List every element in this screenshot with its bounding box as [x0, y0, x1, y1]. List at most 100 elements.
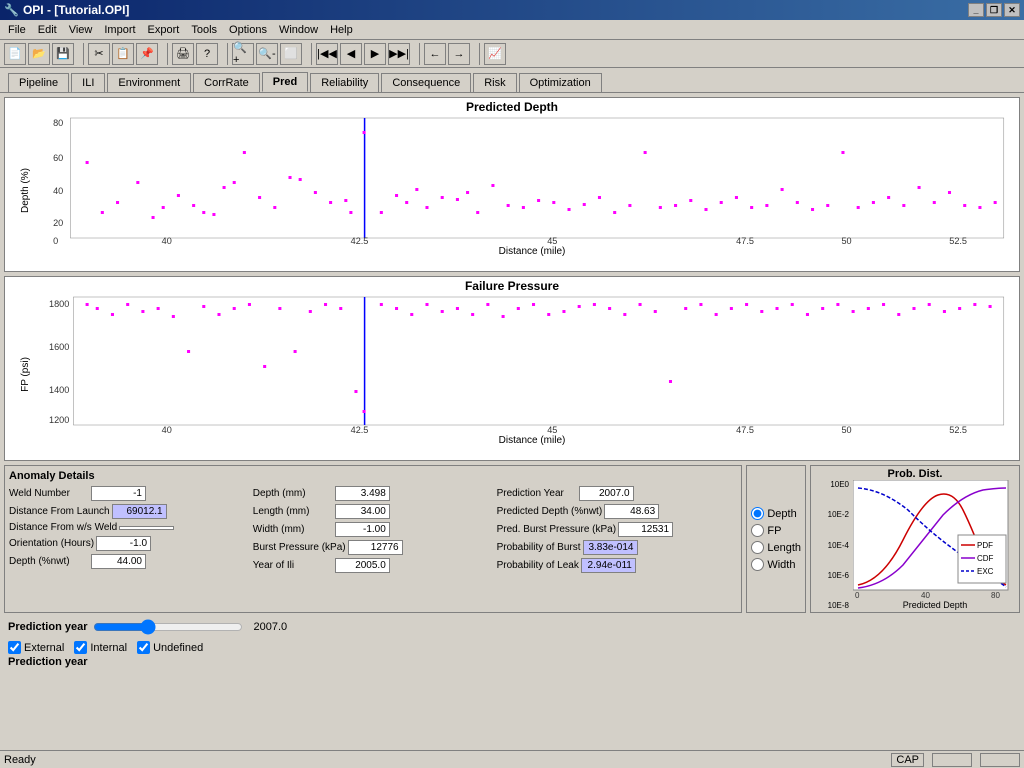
- cb-undefined-label: Undefined: [153, 642, 203, 654]
- forward-button[interactable]: →: [448, 43, 470, 65]
- window-title: OPI - [Tutorial.OPI]: [23, 3, 968, 17]
- prob-dist-panel: Prob. Dist. 10E0 10E-2 10E-4 10E-6 10E-8: [810, 465, 1020, 613]
- cb-internal-label: Internal: [90, 642, 127, 654]
- failure-pressure-chart: Failure Pressure FP (psi) 1800 1600 1400…: [4, 276, 1020, 461]
- svg-text:47.5: 47.5: [736, 236, 754, 246]
- ytick-1: 10E0: [813, 480, 849, 489]
- status-box2: [980, 753, 1020, 767]
- tab-environment[interactable]: Environment: [107, 73, 191, 92]
- radio-depth[interactable]: Depth: [751, 507, 801, 520]
- menu-window[interactable]: Window: [273, 22, 324, 38]
- svg-text:PDF: PDF: [977, 541, 993, 550]
- tab-optimization[interactable]: Optimization: [519, 73, 602, 92]
- tab-ili[interactable]: ILI: [71, 73, 105, 92]
- ytick-2: 10E-2: [813, 510, 849, 519]
- window-controls: _ ❐ ✕: [968, 3, 1020, 17]
- main-content: Predicted Depth Depth (%) 80 60 40 20 0: [0, 93, 1024, 674]
- radio-fp[interactable]: FP: [751, 524, 801, 537]
- menu-export[interactable]: Export: [142, 22, 186, 38]
- value-weld: -1: [91, 486, 146, 501]
- prev-button[interactable]: ◀: [340, 43, 362, 65]
- help-button[interactable]: ?: [196, 43, 218, 65]
- label-pred-year: Prediction Year: [497, 488, 577, 499]
- svg-text:EXC: EXC: [977, 567, 994, 576]
- tab-consequence[interactable]: Consequence: [381, 73, 471, 92]
- svg-text:1200: 1200: [49, 415, 69, 425]
- cb-external[interactable]: External: [8, 641, 64, 654]
- paste-button[interactable]: 📌: [136, 43, 158, 65]
- prob-dist-title: Prob. Dist.: [813, 468, 1017, 480]
- last-button[interactable]: ▶▶|: [388, 43, 410, 65]
- anomaly-col1: Weld Number -1 Distance From Launch 6901…: [9, 486, 250, 573]
- label-prob-burst: Probability of Burst: [497, 542, 581, 553]
- chart1-xlabel: Distance (mile): [45, 246, 1019, 257]
- radio-fp-label: FP: [767, 525, 781, 537]
- predicted-depth-chart: Predicted Depth Depth (%) 80 60 40 20 0: [4, 97, 1020, 272]
- app-icon: 🔧: [4, 3, 19, 17]
- minimize-button[interactable]: _: [968, 3, 984, 17]
- svg-text:CDF: CDF: [977, 554, 994, 563]
- first-button[interactable]: |◀◀: [316, 43, 338, 65]
- tabstrip: Pipeline ILI Environment CorrRate Pred R…: [0, 68, 1024, 93]
- menu-file[interactable]: File: [2, 22, 32, 38]
- menu-edit[interactable]: Edit: [32, 22, 63, 38]
- radio-depth-label: Depth: [767, 508, 796, 520]
- svg-text:1400: 1400: [49, 385, 69, 395]
- zoom-in-button[interactable]: 🔍+: [232, 43, 254, 65]
- copy-button[interactable]: 📋: [112, 43, 134, 65]
- svg-text:50: 50: [841, 425, 851, 435]
- svg-text:60: 60: [53, 153, 63, 163]
- tab-corrrate[interactable]: CorrRate: [193, 73, 260, 92]
- zoom-out-button[interactable]: 🔍-: [256, 43, 278, 65]
- tab-pipeline[interactable]: Pipeline: [8, 73, 69, 92]
- separator-1: [78, 43, 84, 65]
- svg-text:47.5: 47.5: [736, 425, 754, 435]
- open-button[interactable]: 📂: [28, 43, 50, 65]
- anomaly-col2: Depth (mm) 3.498 Length (mm) 34.00 Width…: [253, 486, 494, 573]
- value-pred-burst: 12531: [618, 522, 673, 537]
- save-button[interactable]: 💾: [52, 43, 74, 65]
- prediction-section: Prediction year 2007.0: [4, 617, 1020, 637]
- tab-pred[interactable]: Pred: [262, 72, 308, 92]
- next-button[interactable]: ▶: [364, 43, 386, 65]
- value-pred-year: 2007.0: [579, 486, 634, 501]
- value-dist-weld: [119, 526, 174, 530]
- menubar: File Edit View Import Export Tools Optio…: [0, 20, 1024, 40]
- cb-undefined[interactable]: Undefined: [137, 641, 203, 654]
- separator-6: [474, 43, 480, 65]
- label-orientation: Orientation (Hours): [9, 538, 94, 549]
- label-dist-launch: Distance From Launch: [9, 506, 110, 517]
- back-button[interactable]: ←: [424, 43, 446, 65]
- label-depth-nwt: Depth (%nwt): [9, 556, 89, 567]
- zoom-rect-button[interactable]: ⬜: [280, 43, 302, 65]
- menu-view[interactable]: View: [63, 22, 99, 38]
- tab-reliability[interactable]: Reliability: [310, 73, 379, 92]
- tab-risk[interactable]: Risk: [473, 73, 516, 92]
- label-pred-burst: Pred. Burst Pressure (kPa): [497, 524, 616, 535]
- menu-options[interactable]: Options: [223, 22, 273, 38]
- menu-tools[interactable]: Tools: [185, 22, 223, 38]
- menu-help[interactable]: Help: [324, 22, 359, 38]
- svg-text:45: 45: [547, 425, 557, 435]
- radio-width[interactable]: Width: [751, 558, 801, 571]
- radio-length[interactable]: Length: [751, 541, 801, 554]
- prob-y-axis: 10E0 10E-2 10E-4 10E-6 10E-8: [813, 480, 851, 610]
- close-button[interactable]: ✕: [1004, 3, 1020, 17]
- label-burst-kpa: Burst Pressure (kPa): [253, 542, 346, 553]
- cb-internal[interactable]: Internal: [74, 641, 127, 654]
- label-weld: Weld Number: [9, 488, 89, 499]
- separator-4: [306, 43, 312, 65]
- svg-text:42.5: 42.5: [351, 236, 369, 246]
- chart-button[interactable]: 📈: [484, 43, 506, 65]
- cut-button[interactable]: ✂: [88, 43, 110, 65]
- menu-import[interactable]: Import: [98, 22, 141, 38]
- restore-button[interactable]: ❐: [986, 3, 1002, 17]
- anomaly-details: Anomaly Details Weld Number -1 Distance …: [4, 465, 742, 613]
- print-button[interactable]: 🖨: [172, 43, 194, 65]
- chart2-svg: 1800 1600 1400 1200: [45, 295, 1019, 435]
- prediction-year-slider[interactable]: [93, 619, 243, 635]
- svg-text:40: 40: [162, 425, 172, 435]
- prob-dist-svg: PDF CDF EXC 0 40 80: [853, 480, 1013, 600]
- ytick-3: 10E-4: [813, 541, 849, 550]
- new-button[interactable]: 📄: [4, 43, 26, 65]
